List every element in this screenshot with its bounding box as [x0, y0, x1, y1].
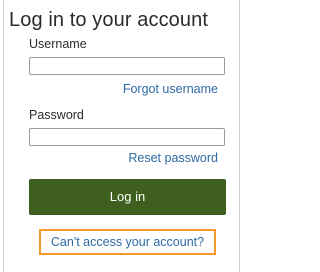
forgot-username-link[interactable]: Forgot username: [123, 82, 218, 96]
reset-password-link[interactable]: Reset password: [128, 151, 218, 165]
password-label: Password: [29, 108, 84, 122]
username-input[interactable]: [29, 57, 225, 75]
login-panel: Log in to your account Username Forgot u…: [3, 0, 240, 272]
username-label: Username: [29, 37, 87, 51]
cant-access-account-link[interactable]: Can't access your account?: [39, 229, 216, 255]
password-input[interactable]: [29, 128, 225, 146]
page-title: Log in to your account: [9, 9, 208, 31]
login-button[interactable]: Log in: [29, 179, 226, 215]
